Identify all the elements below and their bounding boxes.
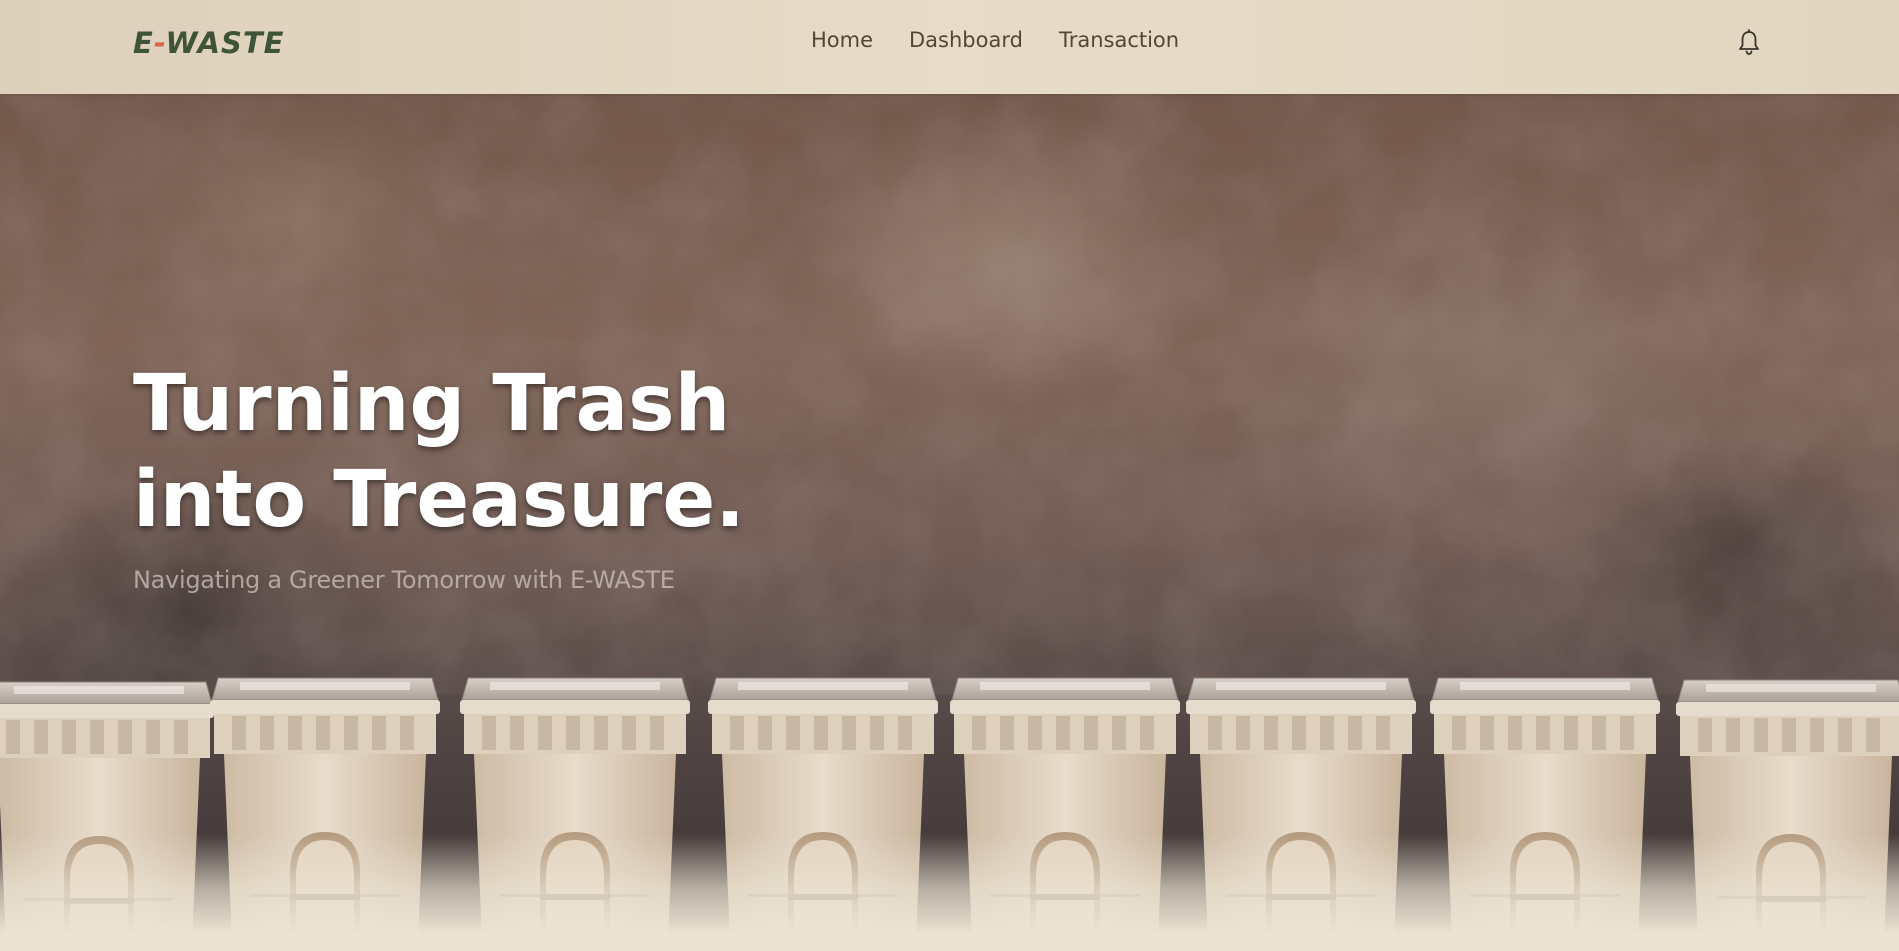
hero-subtitle: Navigating a Greener Tomorrow with E-WAS… <box>133 566 675 594</box>
navbar: E-WASTE Home Dashboard Transaction <box>0 0 1899 94</box>
logo-suffix: WASTE <box>165 26 285 60</box>
hero-banner: Turning Trash into Treasure. Navigating … <box>0 94 1899 934</box>
page-bottom <box>0 934 1899 951</box>
hero-title-line-2: into Treasure. <box>133 455 745 545</box>
logo-prefix: E <box>133 26 154 60</box>
brand-logo[interactable]: E-WASTE <box>133 26 284 60</box>
main-nav: Home Dashboard Transaction <box>811 28 1179 52</box>
bell-icon[interactable] <box>1737 29 1761 57</box>
landing-page: E-WASTE Home Dashboard Transaction Turni… <box>0 0 1899 951</box>
nav-dashboard-link[interactable]: Dashboard <box>909 28 1023 52</box>
nav-home-link[interactable]: Home <box>811 28 873 52</box>
hero-bottom-fade <box>0 834 1899 934</box>
hero-title-line-1: Turning Trash <box>133 359 731 449</box>
nav-transaction-link[interactable]: Transaction <box>1059 28 1179 52</box>
hero-title: Turning Trash into Treasure. <box>133 356 745 548</box>
logo-dash: - <box>153 26 166 60</box>
